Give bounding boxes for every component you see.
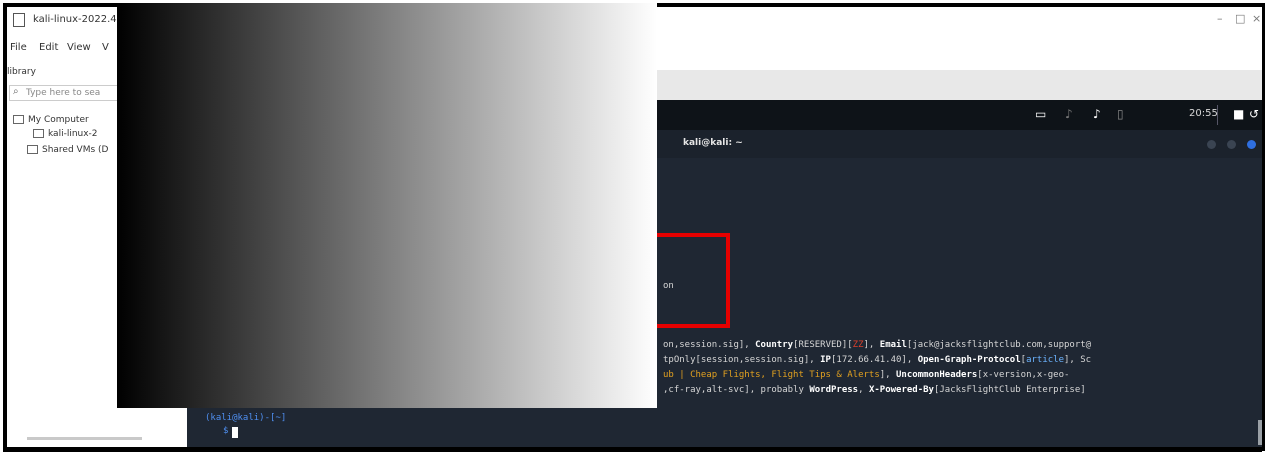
notification-bell-icon[interactable]: ♪ bbox=[1093, 107, 1101, 121]
terminal-partial-line: on bbox=[663, 281, 674, 291]
tree-my-computer[interactable]: My Computer bbox=[13, 115, 89, 125]
terminal-close-button[interactable] bbox=[1247, 140, 1256, 149]
window-title: kali-linux-2022.4- bbox=[33, 14, 121, 25]
shell-prompt-top: (kali@kali)-[~] bbox=[205, 413, 287, 423]
window-icon[interactable]: ▭ bbox=[1035, 107, 1046, 121]
menu-edit[interactable]: Edit bbox=[39, 42, 58, 53]
whatweb-line-1: on,session.sig], Country[RESERVED][ZZ], … bbox=[663, 340, 1092, 350]
library-header: library bbox=[7, 67, 36, 77]
tree-shared-vms[interactable]: Shared VMs (D bbox=[27, 145, 108, 155]
shell-prompt-symbol: $ bbox=[223, 426, 229, 436]
maximize-button[interactable]: □ bbox=[1235, 12, 1245, 25]
terminal-cursor bbox=[232, 427, 238, 438]
whatweb-line-2: tpOnly[session,session.sig], IP[172.66.4… bbox=[663, 355, 1092, 365]
menu-vm[interactable]: V bbox=[102, 42, 109, 53]
vm-tab-strip bbox=[657, 70, 1262, 101]
vm-icon bbox=[33, 129, 44, 138]
terminal-maximize-button[interactable] bbox=[1227, 140, 1236, 149]
bottom-rule bbox=[3, 450, 1262, 452]
search-placeholder: Type here to sea bbox=[26, 88, 101, 98]
panel-divider bbox=[1217, 105, 1218, 125]
menu-view[interactable]: View bbox=[67, 42, 91, 53]
menu-file[interactable]: File bbox=[10, 42, 27, 53]
toolbar bbox=[657, 35, 1262, 71]
vmware-app-icon bbox=[13, 13, 25, 27]
whatweb-line-4: ,cf-ray,alt-svc], probably WordPress, X-… bbox=[663, 385, 1086, 395]
lock-icon[interactable]: ■ bbox=[1233, 107, 1244, 121]
mute-icon[interactable]: ♪ bbox=[1065, 107, 1073, 121]
gradient-overlay bbox=[117, 3, 657, 408]
search-icon: ⌕ bbox=[13, 86, 19, 97]
library-scrollbar[interactable] bbox=[27, 437, 142, 440]
close-button[interactable]: × bbox=[1252, 12, 1261, 25]
terminal-scrollbar[interactable] bbox=[1258, 420, 1262, 445]
computer-icon bbox=[13, 115, 24, 124]
shared-vms-icon bbox=[27, 145, 38, 154]
terminal-minimize-button[interactable] bbox=[1207, 140, 1216, 149]
minimize-button[interactable]: – bbox=[1217, 12, 1223, 25]
battery-icon[interactable]: ▯ bbox=[1117, 107, 1124, 121]
whatweb-line-3: ub | Cheap Flights, Flight Tips & Alerts… bbox=[663, 370, 1070, 380]
panel-clock: 20:55 bbox=[1189, 108, 1218, 119]
terminal-title: kali@kali: ~ bbox=[683, 138, 743, 148]
tree-kali-vm[interactable]: kali-linux-2 bbox=[33, 129, 98, 139]
logout-icon[interactable]: ↺ bbox=[1249, 107, 1259, 121]
